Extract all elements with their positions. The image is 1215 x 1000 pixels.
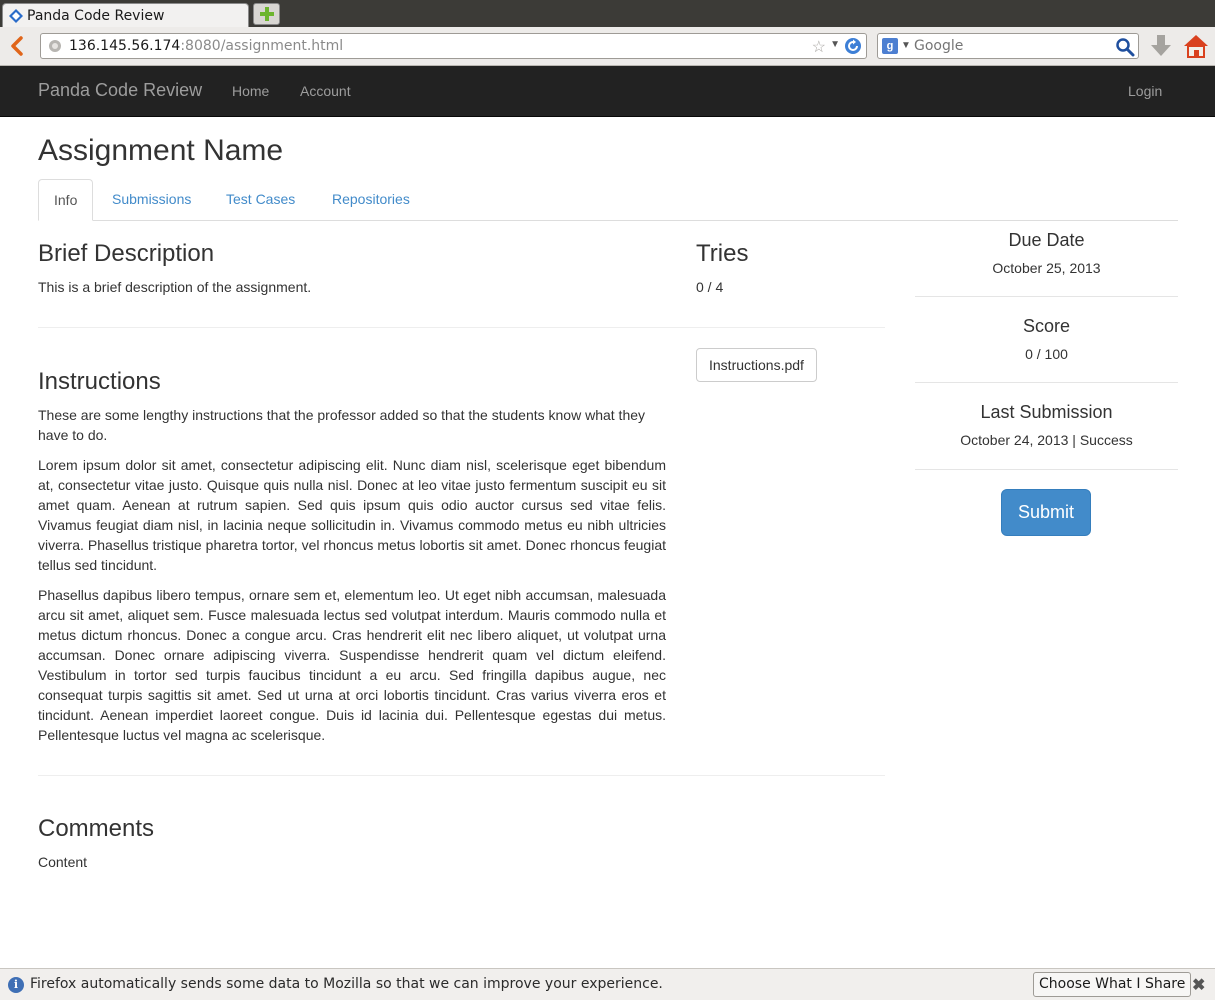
score-panel: Score 0 / 100 bbox=[915, 316, 1178, 383]
engine-dropdown-icon[interactable]: ▼ bbox=[901, 40, 911, 51]
comments-content: Content bbox=[38, 854, 88, 870]
assignment-tabs: Info Submissions Test Cases Repositories bbox=[38, 179, 1178, 221]
nav-login-link[interactable]: Login bbox=[1128, 83, 1162, 99]
submit-button[interactable]: Submit bbox=[1001, 489, 1091, 536]
plus-icon bbox=[260, 7, 274, 21]
due-date-value: October 25, 2013 bbox=[992, 260, 1101, 276]
instructions-pdf-button[interactable]: Instructions.pdf bbox=[696, 348, 817, 382]
divider bbox=[38, 775, 885, 776]
page-favicon-icon bbox=[9, 9, 23, 23]
url-text: 136.145.56.174:8080/assignment.html bbox=[69, 38, 344, 54]
app-navbar: Panda Code Review Home Account Login bbox=[0, 66, 1215, 117]
close-icon[interactable]: ✖ bbox=[1192, 975, 1205, 995]
tries-value: 0 / 4 bbox=[696, 279, 724, 295]
score-value: 0 / 100 bbox=[1025, 346, 1068, 362]
url-bar[interactable]: 136.145.56.174:8080/assignment.html ☆ ▼ bbox=[40, 33, 867, 59]
tab-info[interactable]: Info bbox=[38, 179, 94, 221]
globe-icon bbox=[49, 40, 61, 52]
last-submission-panel: Last Submission October 24, 2013 | Succe… bbox=[915, 402, 1178, 470]
brand-link[interactable]: Panda Code Review bbox=[38, 80, 202, 101]
score-label: Score bbox=[1022, 316, 1071, 336]
brief-description-text: This is a brief description of the assig… bbox=[38, 279, 312, 295]
notification-message: Firefox automatically sends some data to… bbox=[30, 976, 663, 992]
instructions-intro: These are some lengthy instructions that… bbox=[38, 407, 646, 443]
last-submission-value: October 24, 2013 | Success bbox=[960, 432, 1133, 448]
bookmark-star-icon[interactable]: ☆ bbox=[812, 37, 826, 57]
search-icon[interactable] bbox=[1115, 37, 1135, 57]
tab-test-cases[interactable]: Test Cases bbox=[211, 179, 310, 221]
notification-bar: i Firefox automatically sends some data … bbox=[0, 968, 1215, 1000]
brief-description-heading: Brief Description bbox=[38, 240, 215, 267]
browser-tabstrip: Panda Code Review bbox=[0, 0, 1215, 28]
download-icon[interactable] bbox=[1149, 33, 1173, 59]
nav-home-link[interactable]: Home bbox=[232, 83, 269, 99]
search-bar[interactable]: g ▼ bbox=[877, 33, 1139, 59]
tab-repositories[interactable]: Repositories bbox=[317, 179, 425, 221]
page-title: Assignment Name bbox=[38, 134, 284, 167]
last-submission-label: Last Submission bbox=[980, 402, 1113, 422]
divider bbox=[38, 327, 885, 328]
tab-submissions[interactable]: Submissions bbox=[97, 179, 206, 221]
google-engine-icon[interactable]: g bbox=[882, 38, 898, 54]
new-tab-button[interactable] bbox=[253, 3, 280, 25]
browser-tab[interactable]: Panda Code Review bbox=[2, 3, 249, 28]
due-date-label: Due Date bbox=[1008, 230, 1085, 250]
reload-icon[interactable] bbox=[844, 37, 862, 55]
due-date-panel: Due Date October 25, 2013 bbox=[915, 230, 1178, 297]
instructions-paragraph: Phasellus dapibus libero tempus, ornare … bbox=[38, 587, 666, 743]
home-icon[interactable] bbox=[1183, 33, 1209, 59]
instructions-heading: Instructions bbox=[38, 368, 161, 395]
search-input[interactable] bbox=[914, 36, 1110, 56]
browser-tab-title: Panda Code Review bbox=[27, 8, 165, 24]
tries-heading: Tries bbox=[696, 240, 749, 267]
browser-toolbar: 136.145.56.174:8080/assignment.html ☆ ▼ … bbox=[0, 27, 1215, 66]
comments-heading: Comments bbox=[38, 815, 155, 842]
choose-what-i-share-button[interactable]: Choose What I Share bbox=[1033, 972, 1192, 997]
instructions-paragraph: Lorem ipsum dolor sit amet, consectetur … bbox=[38, 457, 666, 573]
info-icon: i bbox=[8, 977, 24, 993]
back-arrow-icon[interactable] bbox=[6, 35, 28, 57]
nav-account-link[interactable]: Account bbox=[300, 83, 351, 99]
history-dropdown-icon[interactable]: ▼ bbox=[830, 39, 840, 50]
